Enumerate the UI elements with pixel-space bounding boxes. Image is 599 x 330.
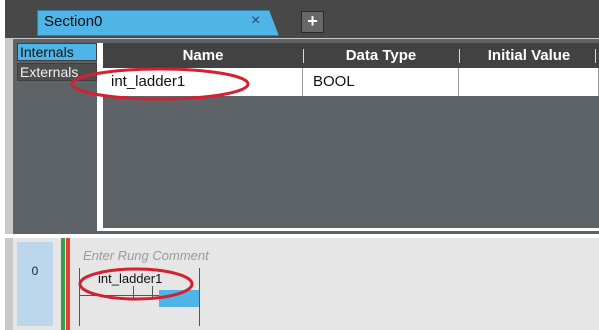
power-rail-green — [61, 238, 65, 330]
rung-wire-end — [199, 268, 200, 326]
power-rail-red — [66, 238, 70, 330]
tab-internals[interactable]: Internals — [17, 43, 97, 61]
table-row[interactable]: int_ladder1 BOOL — [103, 68, 599, 96]
tab-externals[interactable]: Externals — [17, 63, 97, 81]
column-separator — [595, 49, 596, 63]
column-separator — [459, 49, 460, 63]
section-tab-label: Section0 — [44, 13, 103, 30]
section-tab[interactable]: Section0 × — [37, 10, 279, 36]
variable-grid: Name Data Type Initial Value int_ladder1… — [97, 43, 599, 231]
contact-left-terminal — [133, 286, 134, 298]
column-separator — [303, 49, 304, 63]
data-type-cell[interactable]: BOOL — [303, 68, 459, 96]
editor-tab-bar: Section0 × + — [5, 0, 599, 38]
rung-number[interactable]: 0 — [17, 242, 53, 326]
rung-wire-end — [79, 268, 80, 326]
ide-window: Section0 × + Internals Externals Name Da… — [5, 0, 599, 330]
ladder-editor: 0 Enter Rung Comment int_ladder1 — [13, 238, 599, 330]
rung-selection-highlight[interactable] — [159, 290, 200, 307]
initial-value-cell[interactable] — [459, 68, 599, 96]
variable-grid-body: Name Data Type Initial Value int_ladder1… — [103, 43, 599, 228]
column-header-data-type[interactable]: Data Type — [303, 43, 459, 68]
close-icon[interactable]: × — [251, 12, 260, 30]
add-tab-button[interactable]: + — [301, 11, 324, 33]
variable-table-panel: Internals Externals Name Data Type Initi… — [13, 39, 599, 234]
column-header-initial-value[interactable]: Initial Value — [459, 43, 599, 68]
rung-comment-input[interactable]: Enter Rung Comment — [83, 248, 209, 263]
contact-right-terminal — [152, 286, 153, 298]
variable-name-cell[interactable]: int_ladder1 — [103, 68, 303, 96]
column-header-name[interactable]: Name — [103, 43, 303, 68]
contact-variable-label[interactable]: int_ladder1 — [98, 271, 162, 286]
